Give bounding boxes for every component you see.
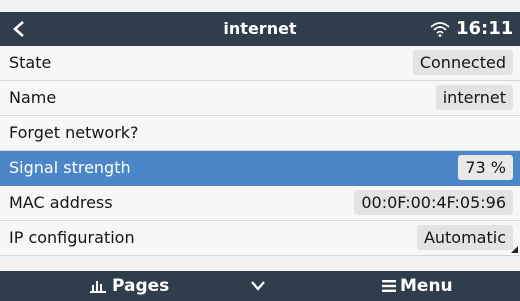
chevron-down-icon[interactable] bbox=[251, 281, 265, 291]
menu-label: Menu bbox=[400, 276, 453, 296]
row-value: 00:0F:00:4F:05:96 bbox=[354, 190, 513, 215]
row-mac-address[interactable]: MAC address 00:0F:00:4F:05:96 bbox=[0, 186, 520, 221]
row-label: MAC address bbox=[9, 193, 113, 212]
row-label: Forget network? bbox=[9, 123, 139, 142]
row-state[interactable]: State Connected bbox=[0, 46, 520, 81]
top-bar: internet 16:11 bbox=[0, 12, 520, 46]
row-label: IP configuration bbox=[9, 228, 135, 247]
row-value: Automatic bbox=[416, 225, 513, 250]
row-value: internet bbox=[435, 85, 513, 110]
bottom-bar: Pages Menu bbox=[0, 271, 520, 301]
row-forget-network[interactable]: Forget network? bbox=[0, 116, 520, 151]
submenu-corner-icon bbox=[511, 246, 518, 253]
clock: 16:11 bbox=[456, 18, 514, 39]
row-value: 73 % bbox=[458, 155, 513, 180]
bar-chart-icon bbox=[90, 281, 106, 293]
settings-list: State Connected Name internet Forget net… bbox=[0, 46, 520, 256]
row-label: State bbox=[9, 53, 52, 72]
menu-button[interactable]: Menu bbox=[382, 276, 453, 296]
pages-button[interactable]: Pages bbox=[90, 276, 169, 296]
wifi-icon bbox=[430, 22, 450, 37]
row-signal-strength[interactable]: Signal strength 73 % bbox=[0, 151, 520, 186]
row-label: Name bbox=[9, 88, 57, 107]
row-ip-configuration[interactable]: IP configuration Automatic bbox=[0, 221, 520, 256]
row-value: Connected bbox=[412, 50, 513, 75]
row-name[interactable]: Name internet bbox=[0, 81, 520, 116]
pages-label: Pages bbox=[112, 276, 170, 296]
hamburger-menu-icon bbox=[382, 280, 396, 292]
row-label: Signal strength bbox=[9, 158, 131, 177]
